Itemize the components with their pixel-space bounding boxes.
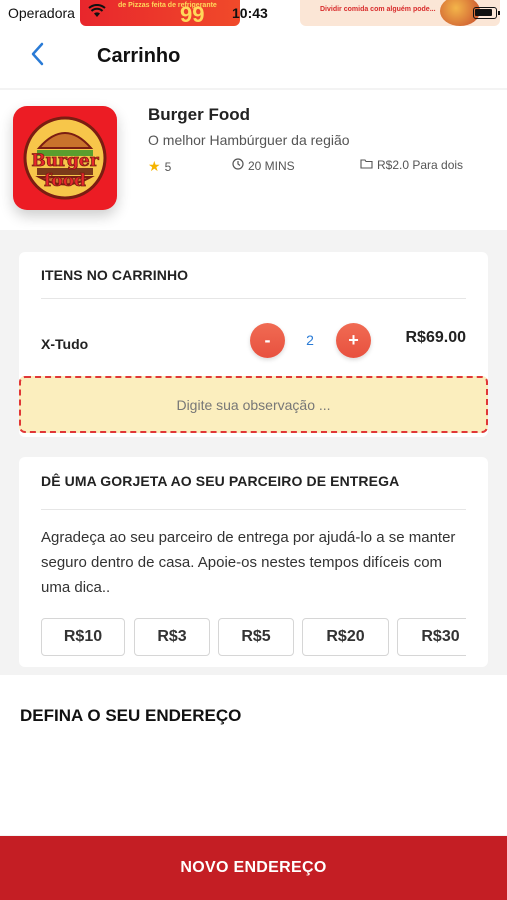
increase-quantity-button[interactable]: + — [336, 323, 371, 358]
price-value: R$2.0 Para dois — [377, 158, 464, 172]
cart-heading: ITENS NO CARRINHO — [41, 267, 189, 283]
restaurant-name: Burger Food — [148, 105, 250, 124]
restaurant-logo: Burger food — [13, 106, 117, 210]
address-section: DEFINA O SEU ENDEREÇO — [0, 675, 507, 835]
tip-option-button[interactable]: R$3 — [134, 618, 210, 656]
divider — [41, 509, 466, 510]
battery-icon — [473, 7, 500, 19]
status-time: 10:43 — [232, 5, 268, 21]
restaurant-description: O melhor Hambúrguer da região — [148, 132, 350, 148]
restaurant-rating: ★ 5 — [148, 158, 171, 175]
tip-option-button[interactable]: R$5 — [218, 618, 294, 656]
promo-banner-secondary-text: Dividir comida com alguém pode... — [320, 6, 436, 13]
tip-heading: DÊ UMA GORJETA AO SEU PARCEIRO DE ENTREG… — [41, 473, 400, 489]
logo-text-bottom: food — [44, 171, 86, 191]
restaurant-price: R$2.0 Para dois — [360, 158, 463, 172]
wifi-icon — [88, 4, 106, 21]
clock-icon — [232, 158, 244, 173]
decrease-quantity-button[interactable]: - — [250, 323, 285, 358]
promo-banner-number: 99 — [180, 2, 205, 26]
tip-options: R$10 R$3 R$5 R$20 R$30 — [41, 618, 466, 658]
carrier-label: Operadora — [8, 5, 75, 21]
time-value: 20 MINS — [248, 158, 295, 173]
quantity-value: 2 — [306, 332, 314, 348]
status-bar: de Pizzas feita de refrigerante 99 Divid… — [0, 0, 507, 26]
note-input[interactable] — [21, 378, 486, 431]
cart-item-price: R$69.00 — [405, 329, 467, 346]
tip-option-button[interactable]: R$30 — [397, 618, 466, 656]
page-title: Carrinho — [97, 45, 181, 67]
restaurant-delivery-time: 20 MINS — [232, 158, 295, 173]
note-field — [19, 376, 488, 433]
star-icon: ★ — [148, 158, 161, 174]
cart-item-name: X-Tudo — [41, 336, 89, 352]
nav-bar: Carrinho — [0, 26, 507, 88]
logo-text-top: Burger — [31, 151, 99, 171]
tip-option-button[interactable]: R$10 — [41, 618, 125, 656]
restaurant-header: Burger food Burger Food O melhor Hambúrg… — [0, 90, 507, 230]
tip-option-button[interactable]: R$20 — [302, 618, 389, 656]
folder-icon — [360, 158, 373, 172]
cart-card: ITENS NO CARRINHO X-Tudo - 2 + R$69.00 — [19, 252, 488, 437]
divider — [41, 298, 466, 299]
tip-description: Agradeça ao seu parceiro de entrega por … — [41, 529, 456, 596]
promo-banner-secondary: Dividir comida com alguém pode... — [300, 0, 500, 26]
tip-card: DÊ UMA GORJETA AO SEU PARCEIRO DE ENTREG… — [19, 457, 488, 667]
rating-value: 5 — [164, 159, 172, 174]
chevron-left-icon[interactable] — [30, 42, 50, 70]
new-address-button[interactable]: NOVO ENDEREÇO — [0, 836, 507, 900]
address-title: DEFINA O SEU ENDEREÇO — [20, 706, 242, 725]
